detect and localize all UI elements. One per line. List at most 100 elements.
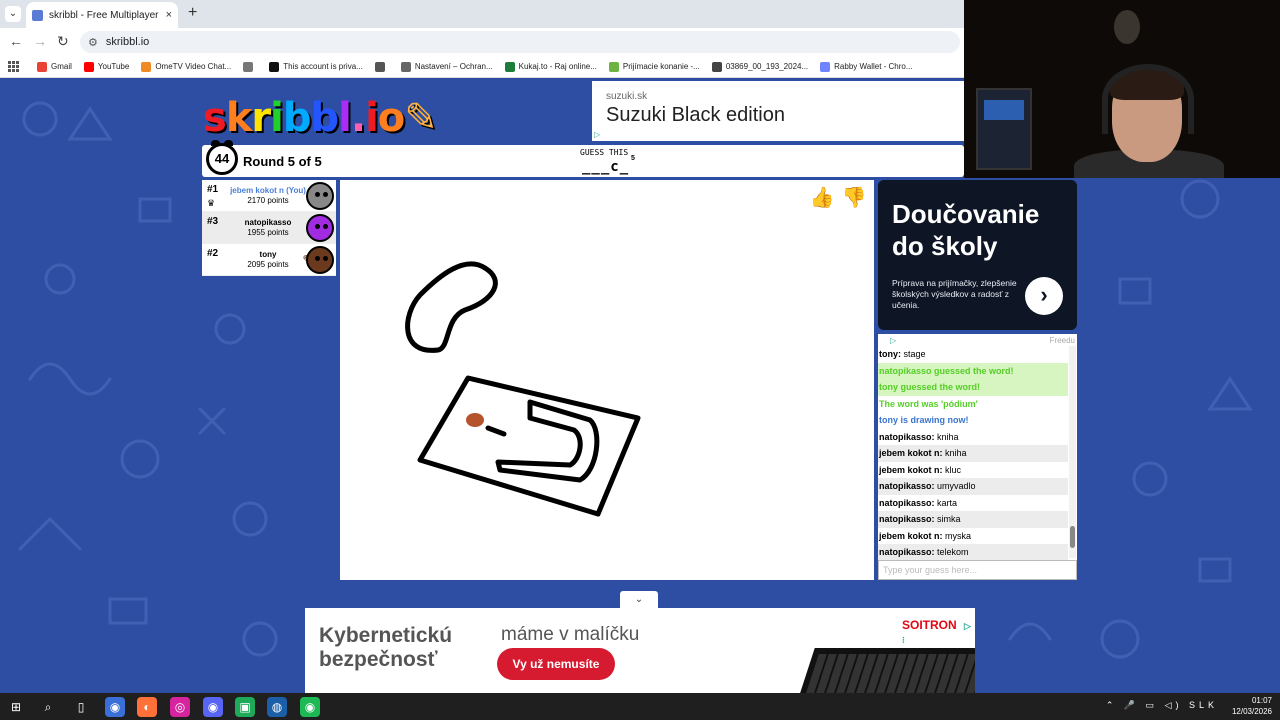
bookmark-item[interactable]: Nastavení – Ochran... [400, 61, 493, 72]
spotify-icon[interactable]: ◉ [300, 697, 320, 717]
bookmark-item[interactable]: Gmail [37, 61, 72, 72]
doucovanie-ad[interactable]: Doučovanie do školy Príprava na prijímač… [878, 180, 1077, 330]
chat-ad-strip: ▷ Freedu [878, 334, 1077, 346]
bookmark-favicon-icon [400, 61, 411, 72]
clock-time: 01:07 [1251, 696, 1272, 705]
bookmark-item[interactable]: Kukaj.to - Raj online... [504, 61, 597, 72]
chat-message: natopikasso guessed the word! [878, 362, 1068, 379]
windows-start-icon[interactable]: ⊞ [6, 697, 26, 717]
ad-arrow-button[interactable]: › [1025, 277, 1063, 315]
chat-message: tony: stage [878, 346, 1068, 363]
chat-text: simka [937, 514, 961, 524]
player-rank: #1 [207, 184, 219, 195]
adchoices-icon[interactable]: ▷ [890, 336, 896, 345]
webcam-overlay [964, 0, 1280, 178]
bookmark-item[interactable]: YouTube [83, 61, 129, 72]
clock[interactable]: 01:07 12/03/2026 [1232, 695, 1272, 717]
word-hint: ___c_ [582, 159, 630, 175]
ad-brand-name: SOITRON [902, 618, 957, 632]
chat-scrollbar[interactable] [1069, 346, 1076, 558]
ad-domain: suzuki.sk [606, 91, 648, 102]
keyboard-keys-image [803, 654, 975, 693]
chat-system-text: tony is drawing now! [879, 415, 969, 425]
player-name: tony [259, 250, 277, 259]
drawing-stroke-loop [405, 261, 498, 353]
tab-search-icon[interactable]: ⌄ [5, 6, 21, 22]
ad-cta-button[interactable]: Vy už nemusíte [497, 648, 615, 680]
bookmark-label: Prijímacie konanie -... [622, 62, 700, 71]
player-name: jebem kokot n (You) [230, 186, 306, 195]
adchoices-icon[interactable]: ▷ [594, 130, 600, 139]
logo-letter: s [203, 95, 227, 141]
soitron-ad-banner[interactable]: Kybernetickú bezpečnosť máme v malíčku V… [305, 608, 975, 693]
bookmark-label: Gmail [51, 62, 72, 71]
chat-panel: ▷ Freedu tony: stage natopikasso guessed … [878, 334, 1077, 580]
search-icon[interactable]: ⌕ [38, 697, 58, 717]
player-row[interactable]: #1 ♛ jebem kokot n (You) 2170 points [202, 180, 336, 212]
logo-letter: b [310, 95, 340, 141]
new-tab-button[interactable]: + [188, 4, 197, 22]
monitor-image [976, 88, 1032, 170]
drawing-canvas[interactable]: 👍 👎 [340, 180, 874, 580]
site-info-icon[interactable]: ⚙ [88, 36, 98, 49]
chat-sender: jebem kokot n [879, 464, 940, 475]
back-icon[interactable]: ← [9, 33, 23, 49]
bookmark-item[interactable]: 03869_00_193_2024... [711, 61, 808, 72]
thumbs-up-icon[interactable]: 👍 [808, 184, 836, 212]
bookmark-item[interactable]: Prijímacie konanie -... [608, 61, 700, 72]
chat-text: karta [937, 497, 958, 508]
language-indicator[interactable]: SLK [1189, 700, 1218, 710]
scrollbar-thumb[interactable] [1070, 526, 1075, 548]
chat-sender: natopikasso [879, 547, 932, 557]
chrome-icon[interactable]: ◉ [105, 697, 125, 717]
chat-message: jebem kokot n: kniha [878, 445, 1068, 462]
bookmark-item[interactable]: This account is priva... [269, 61, 363, 72]
tab-bar: ⌄ skribbl - Free Multiplayer Drawi × + [0, 0, 964, 28]
player-row[interactable]: #3 natopikasso 1955 points [202, 212, 336, 244]
suzuki-ad-banner[interactable]: suzuki.sk Suzuki Black edition ▷ [592, 81, 964, 141]
chat-text: kniha [937, 431, 959, 442]
player-list: #1 ♛ jebem kokot n (You) 2170 points #3 natop… [202, 180, 336, 276]
chat-message: natopikasso: kniha [878, 429, 1068, 446]
logo-letter: ✎ [404, 95, 438, 141]
player-row[interactable]: #2tony2095 points✎ [202, 244, 336, 276]
chat-app-icon[interactable]: ▣ [235, 697, 255, 717]
player-avatar [306, 246, 334, 274]
clock-date: 12/03/2026 [1231, 707, 1272, 716]
file-icon[interactable]: ▯ [71, 697, 91, 717]
word-length: 5 [631, 155, 635, 162]
tab-close-icon[interactable]: × [166, 9, 172, 21]
ad-headline-2: do školy [892, 231, 998, 261]
steam-icon[interactable]: ◍ [267, 697, 287, 717]
lamp-image [1114, 10, 1140, 44]
collapse-ad-chevron-icon[interactable]: ⌄ [620, 591, 658, 609]
bookmark-item[interactable]: Rabby Wallet - Chro... [820, 61, 913, 72]
bookmark-item[interactable] [374, 61, 389, 72]
firefox-icon[interactable]: ◐ [137, 697, 157, 717]
reload-icon[interactable]: ↻ [57, 33, 69, 50]
logo-letter: i [270, 95, 284, 141]
bookmark-favicon-icon [820, 61, 831, 72]
drawing-stroke-dash [485, 425, 507, 437]
game-bar: 44 Round 5 of 5 GUESS THIS ___c_ 5 [202, 140, 964, 177]
chat-message: The word was 'pódium' [878, 396, 1068, 413]
chat-system-text: tony guessed the word! [879, 382, 981, 392]
system-tray-icons[interactable]: ⌃ 🎤 ▭ ◁) SLK [1106, 700, 1218, 711]
ad-headline-1: Doučovanie [892, 199, 1040, 229]
skribbl-favicon-icon [32, 9, 43, 21]
logo-letter: b [282, 95, 312, 141]
ad-headline-line-2: bezpečnosť [319, 648, 438, 671]
thumbs-down-icon[interactable]: 👎 [840, 184, 868, 212]
player-rank: #3 [207, 216, 219, 227]
instagram-icon[interactable]: ◎ [170, 697, 190, 717]
discord-icon[interactable]: ◉ [203, 697, 223, 717]
forward-icon[interactable]: → [33, 33, 47, 49]
chat-message: jebem kokot n: kluc [878, 462, 1068, 479]
bookmark-item[interactable]: OmeTV Video Chat... [141, 61, 231, 72]
bookmark-item[interactable] [243, 61, 257, 72]
tab-skribbl[interactable]: skribbl - Free Multiplayer Drawi × [26, 2, 178, 28]
bookmark-label: This account is priva... [283, 62, 363, 71]
address-bar[interactable]: ⚙ skribbl.io [80, 31, 960, 53]
apps-icon[interactable] [8, 61, 19, 72]
guess-input[interactable] [878, 560, 1077, 580]
